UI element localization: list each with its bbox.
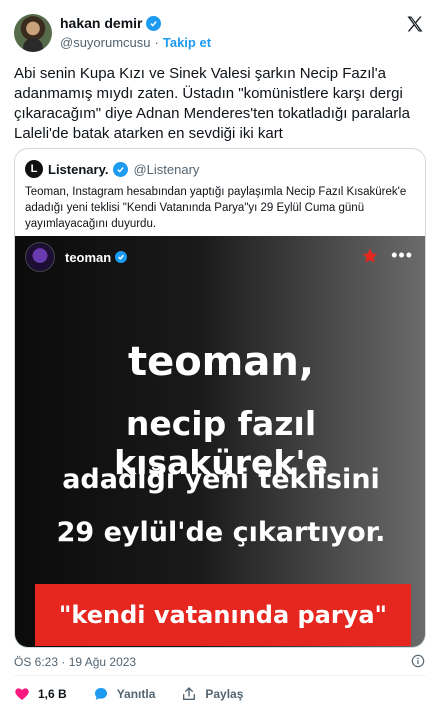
verified-badge-icon (146, 15, 162, 31)
star-icon (362, 248, 378, 263)
reply-button[interactable]: Yanıtla (93, 686, 156, 702)
tweet-text: Abi senin Kupa Kızı ve Sinek Valesi şark… (14, 65, 410, 142)
tweet-timestamp[interactable]: ÖS 6:23 · 19 Ağu 2023 (14, 655, 136, 669)
divider (14, 675, 426, 676)
verified-badge-icon (115, 251, 128, 263)
quote-text: Teoman, Instagram hesabından yaptığı pay… (25, 186, 407, 230)
quote-image[interactable]: teoman ••• teoman, necip fazıl kısakürek… (15, 236, 425, 647)
instagram-account-name: teoman (65, 249, 112, 265)
headline-line-4: 29 eylül'de çıkartıyor. (56, 517, 386, 548)
author-name-row: hakan demir (60, 15, 162, 31)
x-logo-icon[interactable] (405, 14, 425, 34)
quote-header: L Listenary. @Listenary (25, 160, 199, 178)
tweet-card: hakan demir @suyorumcusu · Takip et Abi … (0, 0, 439, 713)
author-handle[interactable]: @suyorumcusu (60, 35, 151, 50)
avatar[interactable] (14, 14, 52, 52)
quote-display-name: Listenary. (48, 161, 109, 177)
info-icon[interactable] (411, 654, 425, 668)
instagram-avatar (25, 242, 55, 272)
author-handle-row: @suyorumcusu · Takip et (60, 35, 211, 50)
action-bar: 1,6 B Yanıtla Paylaş (14, 686, 243, 702)
more-icon: ••• (391, 245, 413, 265)
share-button[interactable]: Paylaş (181, 686, 243, 702)
song-title-banner: "kendi vatanında parya" (35, 584, 411, 646)
share-label: Paylaş (205, 687, 244, 701)
follow-button[interactable]: Takip et (163, 35, 211, 50)
quote-avatar[interactable]: L (25, 160, 43, 178)
share-icon (183, 687, 196, 700)
quoted-tweet[interactable]: L Listenary. @Listenary Teoman, Instagra… (14, 148, 426, 648)
headline-line-1: teoman, (127, 339, 315, 385)
like-count: 1,6 B (38, 687, 67, 701)
heart-icon (15, 688, 29, 700)
quote-handle: @Listenary (133, 161, 200, 177)
reply-label: Yanıtla (116, 687, 156, 701)
headline-line-3: adadığı yeni teklisini (62, 464, 380, 495)
like-button[interactable]: 1,6 B (14, 686, 67, 702)
instagram-header: teoman ••• (25, 242, 417, 272)
reply-icon (94, 688, 107, 700)
separator: · (154, 35, 159, 50)
author-display-name[interactable]: hakan demir (60, 15, 142, 31)
verified-badge-icon (113, 161, 129, 177)
